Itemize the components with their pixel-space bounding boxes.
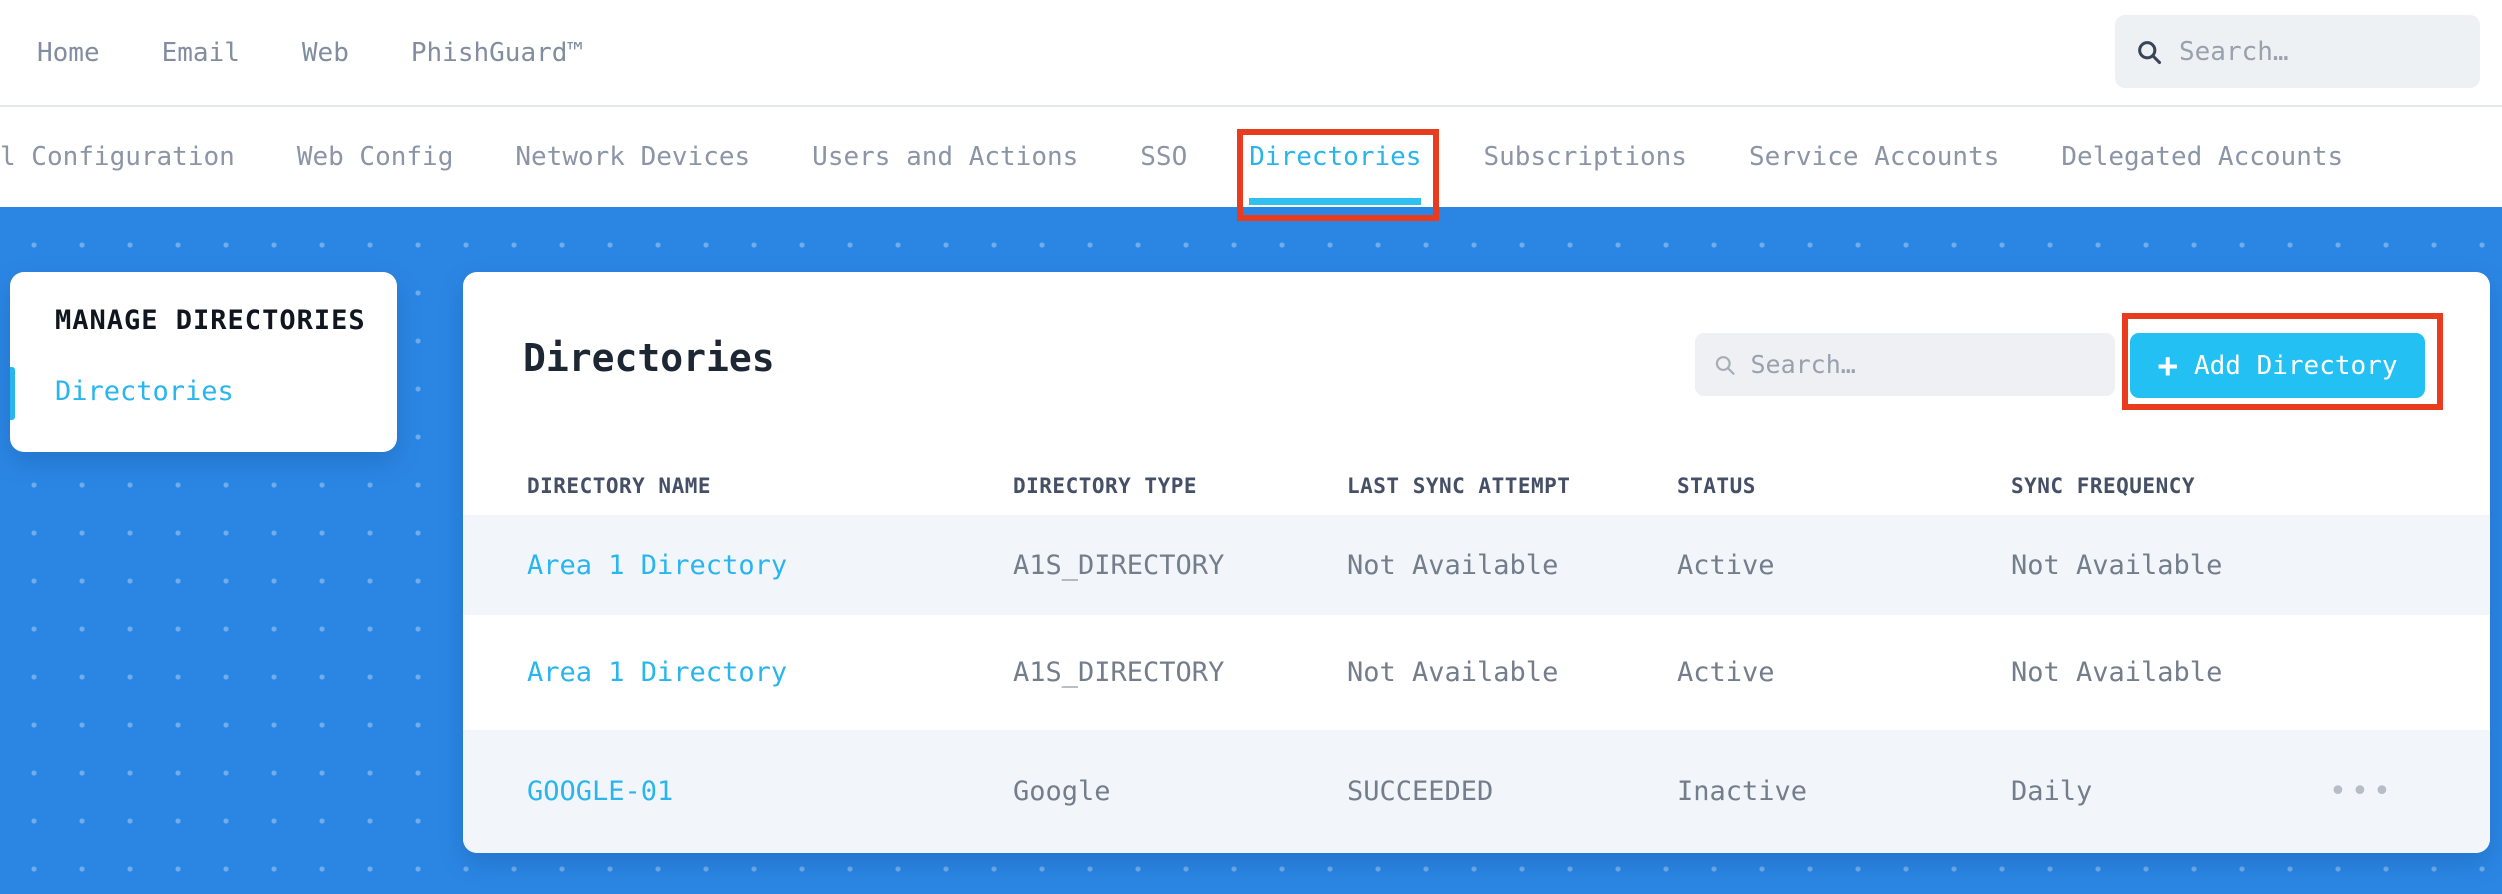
sync-frequency: Not Available [2011, 549, 2223, 581]
table-header-row: DIRECTORY NAME DIRECTORY TYPE LAST SYNC … [463, 457, 2490, 515]
page-title: Directories [523, 336, 775, 380]
tab-email-configuration[interactable]: l Configuration [0, 142, 235, 172]
directory-type: A1S_DIRECTORY [1013, 549, 1225, 581]
status: Inactive [1677, 776, 1808, 807]
global-search-input[interactable] [2179, 36, 2460, 67]
search-icon [1715, 355, 1735, 375]
col-last-sync-attempt: LAST SYNC ATTEMPT [1347, 474, 1571, 498]
nav-item-home[interactable]: Home [37, 38, 100, 68]
status: Active [1677, 657, 1775, 688]
tab-sso[interactable]: SSO [1140, 142, 1187, 172]
sync-frequency: Daily [2011, 776, 2093, 807]
primary-nav: Home Email Web PhishGuard™ [0, 0, 2502, 105]
tab-network-devices[interactable]: Network Devices [515, 142, 750, 172]
manage-directories-card: MANAGE DIRECTORIES Directories [10, 272, 397, 452]
nav-item-phishguard[interactable]: PhishGuard™ [411, 38, 583, 68]
last-sync-attempt: Not Available [1347, 549, 1559, 581]
nav-item-email[interactable]: Email [162, 38, 240, 68]
col-directory-type: DIRECTORY TYPE [1013, 474, 1198, 498]
directory-name-link[interactable]: GOOGLE-01 [527, 776, 1013, 807]
search-icon [2138, 40, 2162, 64]
secondary-nav: l Configuration Web Config Network Devic… [0, 107, 2502, 221]
directory-type: A1S_DIRECTORY [1013, 657, 1225, 688]
tab-web-config[interactable]: Web Config [297, 142, 454, 172]
last-sync-attempt: SUCCEEDED [1347, 776, 1494, 807]
tab-delegated-accounts[interactable]: Delegated Accounts [2061, 142, 2343, 172]
tab-subscriptions[interactable]: Subscriptions [1483, 142, 1687, 172]
directories-search-input[interactable] [1750, 350, 2097, 379]
table-row: Area 1 Directory A1S_DIRECTORY Not Avail… [463, 615, 2490, 730]
workspace-background: MANAGE DIRECTORIES Directories Directori… [0, 207, 2502, 894]
sync-frequency: Not Available [2011, 657, 2223, 688]
directory-name-link[interactable]: Area 1 Directory [527, 657, 1013, 688]
plus-icon: + [2157, 345, 2178, 386]
manage-directories-title: MANAGE DIRECTORIES [55, 305, 366, 336]
nav-item-web[interactable]: Web [302, 38, 349, 68]
row-menu-icon[interactable]: ••• [2329, 776, 2395, 807]
col-directory-name: DIRECTORY NAME [527, 474, 712, 498]
col-sync-frequency: SYNC FREQUENCY [2011, 474, 2196, 498]
add-directory-label: Add Directory [2193, 350, 2398, 381]
tab-directories[interactable]: Directories [1237, 129, 1440, 221]
directory-name-link[interactable]: Area 1 Directory [527, 550, 1013, 581]
global-search-box[interactable] [2115, 15, 2480, 88]
directories-table: DIRECTORY NAME DIRECTORY TYPE LAST SYNC … [463, 457, 2490, 853]
status: Active [1677, 549, 1775, 581]
tab-directories-label: Directories [1249, 142, 1422, 172]
directories-search-box[interactable] [1695, 333, 2115, 396]
add-directory-button[interactable]: + Add Directory [2130, 333, 2425, 398]
directories-panel: Directories + Add Directory DIRECTORY NA… [463, 272, 2490, 853]
tab-users-and-actions[interactable]: Users and Actions [812, 142, 1078, 172]
directory-type: Google [1013, 776, 1111, 807]
tab-service-accounts[interactable]: Service Accounts [1749, 142, 1999, 172]
col-status: STATUS [1677, 474, 1756, 498]
table-row: GOOGLE-01 Google SUCCEEDED Inactive Dail… [463, 730, 2490, 853]
active-item-indicator [10, 367, 15, 420]
sidebar-item-directories[interactable]: Directories [55, 376, 234, 407]
last-sync-attempt: Not Available [1347, 657, 1559, 688]
table-row: Area 1 Directory A1S_DIRECTORY Not Avail… [463, 515, 2490, 615]
